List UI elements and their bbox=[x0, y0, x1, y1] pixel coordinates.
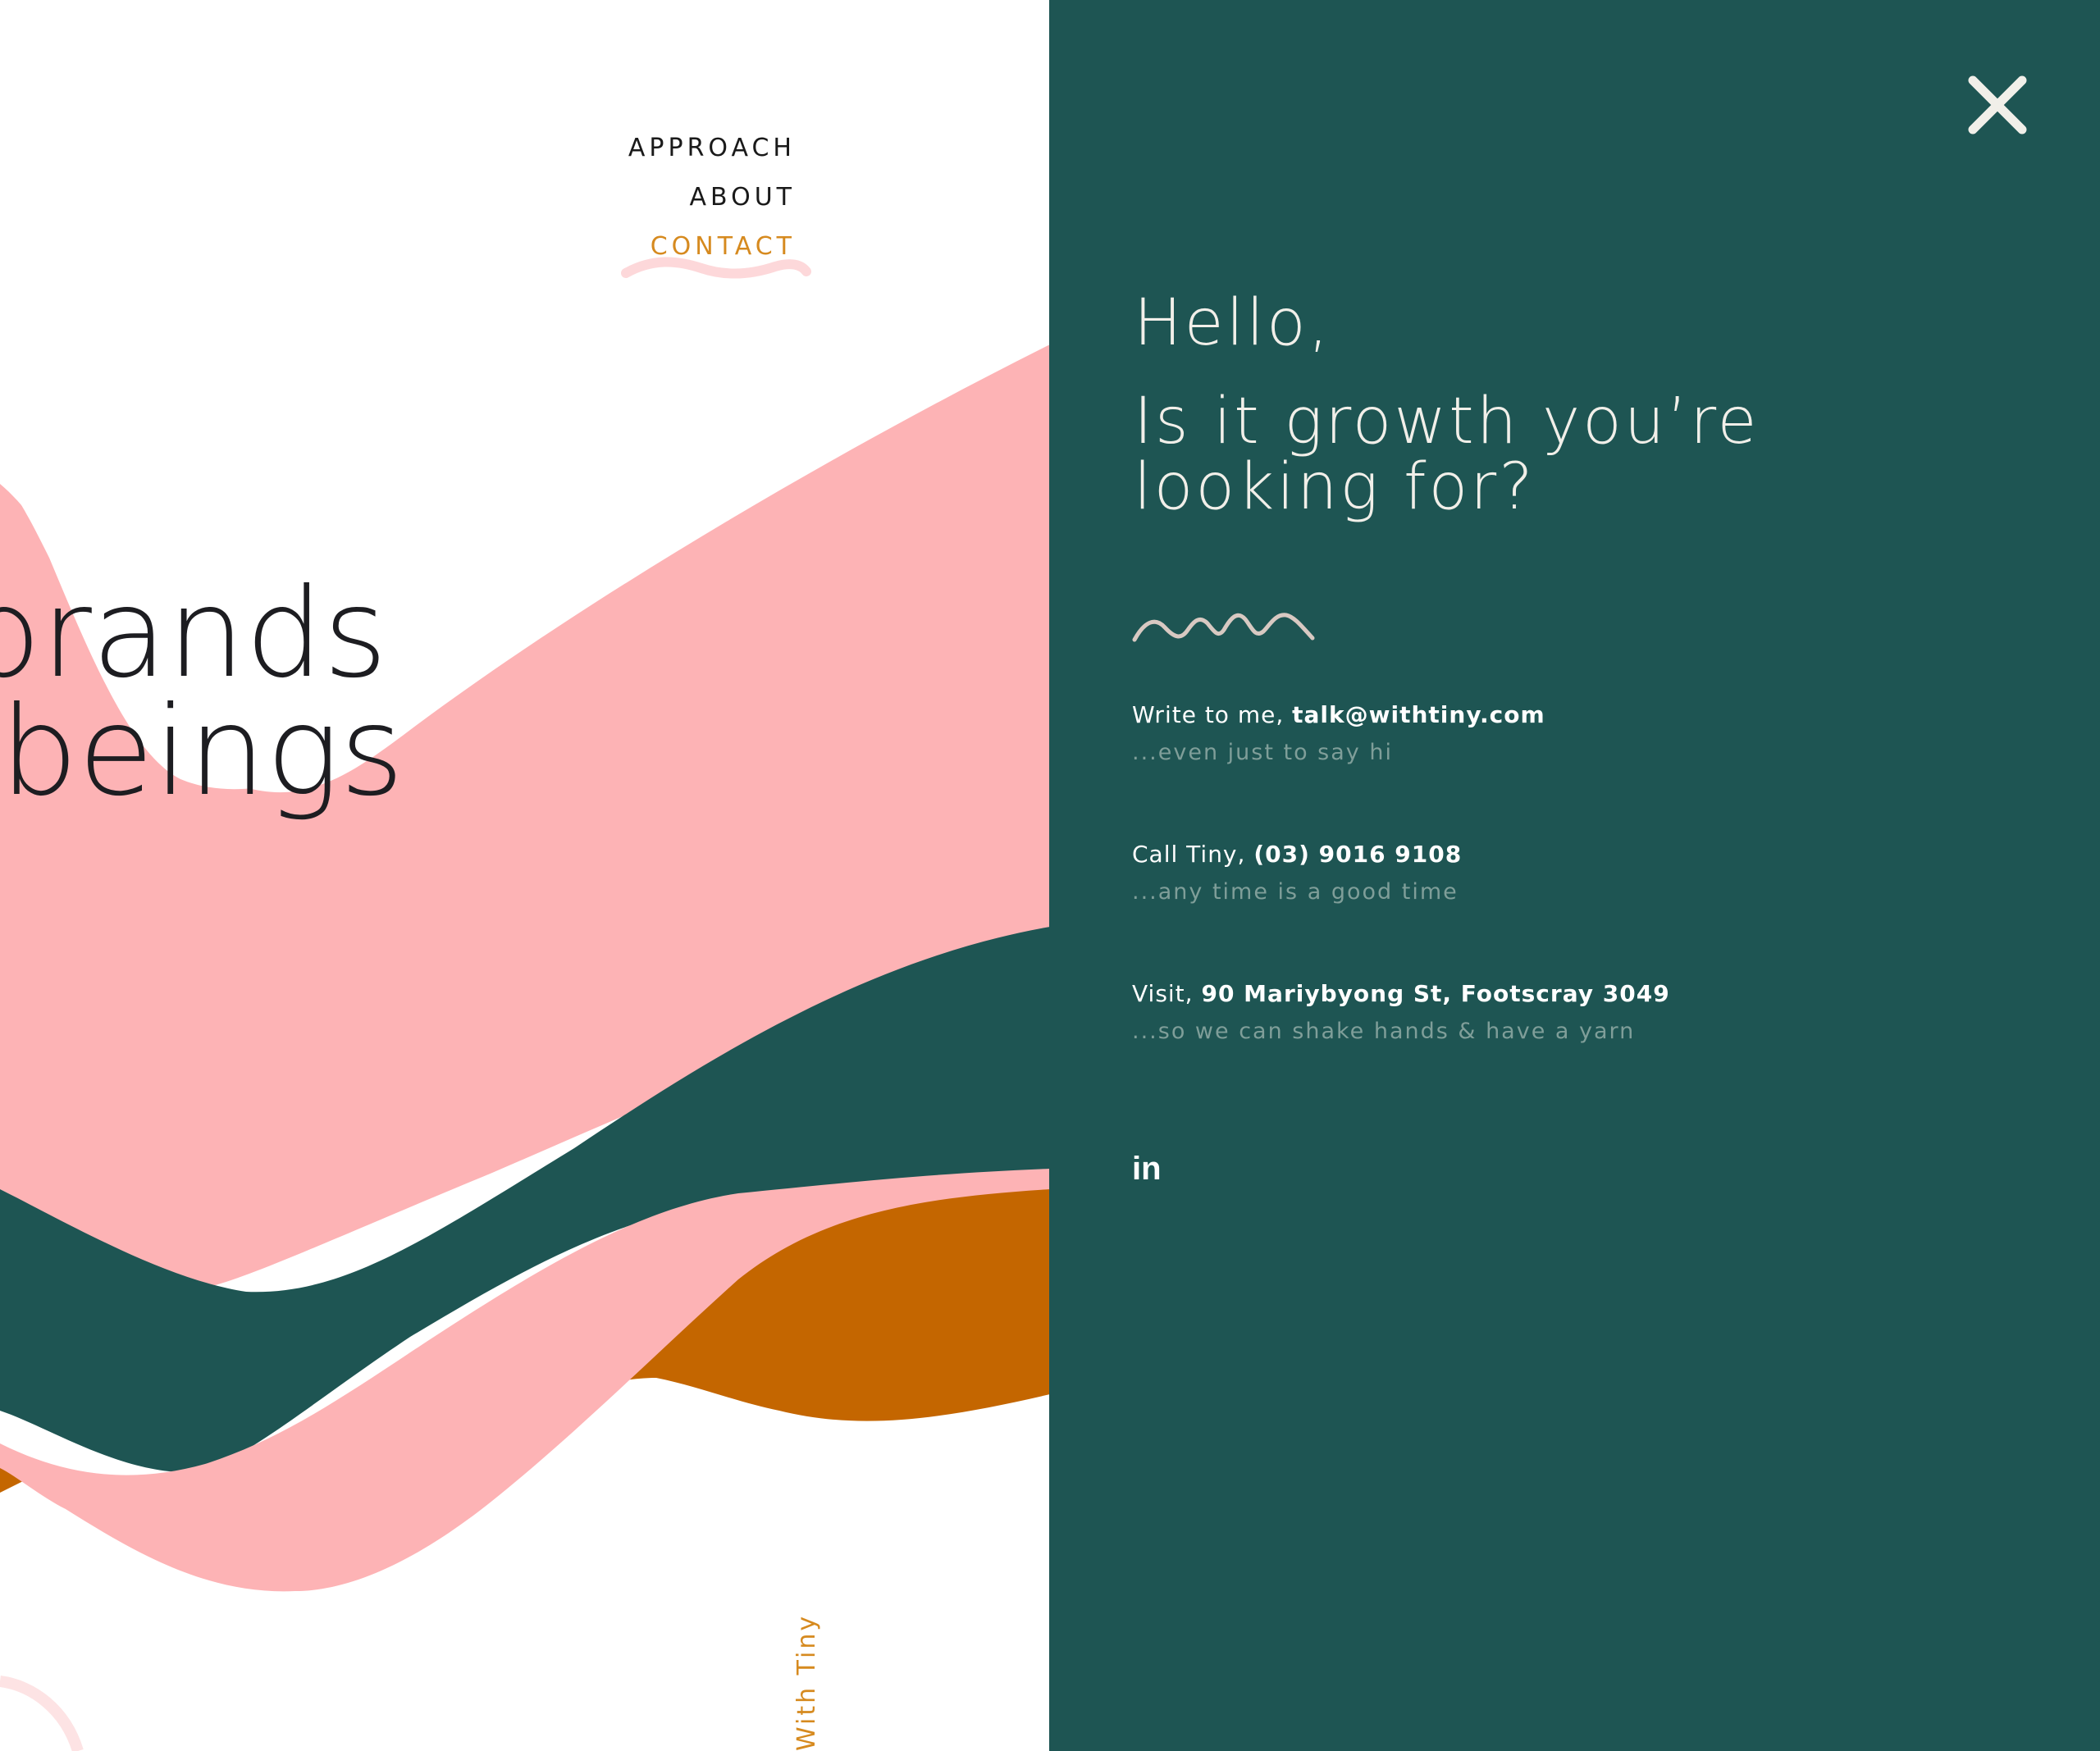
phone-label: Call Tiny, bbox=[1132, 841, 1254, 868]
address-note: ...so we can shake hands & have a yarn bbox=[1132, 1019, 1636, 1044]
hero-text-line1: brands bbox=[0, 563, 388, 705]
phone-line: Call Tiny, (03) 9016 9108 bbox=[1132, 841, 1462, 868]
email-note: ...even just to say hi bbox=[1132, 740, 1393, 765]
close-icon bbox=[1968, 75, 2027, 135]
squiggle-divider bbox=[1132, 613, 1315, 642]
address-line: Visit, 90 Mariybyong St, Footscray 3049 bbox=[1132, 980, 1670, 1007]
email-link[interactable]: talk@withtiny.com bbox=[1292, 701, 1545, 728]
active-underline bbox=[621, 257, 811, 279]
close-button[interactable] bbox=[1965, 72, 2030, 138]
contact-panel bbox=[1049, 0, 2100, 1751]
phone-link[interactable]: (03) 9016 9108 bbox=[1253, 841, 1462, 868]
hero-text-line2: beings bbox=[0, 681, 404, 823]
main-nav: APPROACH ABOUT CONTACT bbox=[0, 0, 1050, 328]
headline-line2: looking for? bbox=[1134, 450, 1536, 524]
nav-item-about[interactable]: ABOUT bbox=[690, 183, 796, 212]
background-page: APPROACH ABOUT CONTACT brands beings Wit… bbox=[0, 0, 1050, 1751]
address-label: Visit, bbox=[1132, 980, 1202, 1007]
address-link[interactable]: 90 Mariybyong St, Footscray 3049 bbox=[1201, 980, 1669, 1007]
email-line: Write to me, talk@withtiny.com bbox=[1132, 701, 1545, 728]
linkedin-icon[interactable]: in bbox=[1132, 1152, 1162, 1185]
vertical-tagline: With Tiny bbox=[761, 1614, 821, 1751]
nav-item-approach[interactable]: APPROACH bbox=[628, 134, 796, 162]
email-label: Write to me, bbox=[1132, 701, 1293, 728]
vertical-tagline-text: With Tiny bbox=[792, 1613, 821, 1751]
corner-decoration bbox=[0, 1676, 84, 1751]
headline-line1: Is it growth you’re bbox=[1134, 385, 1760, 458]
phone-note: ...any time is a good time bbox=[1132, 879, 1459, 905]
greeting-heading: Hello, bbox=[1134, 286, 1331, 360]
